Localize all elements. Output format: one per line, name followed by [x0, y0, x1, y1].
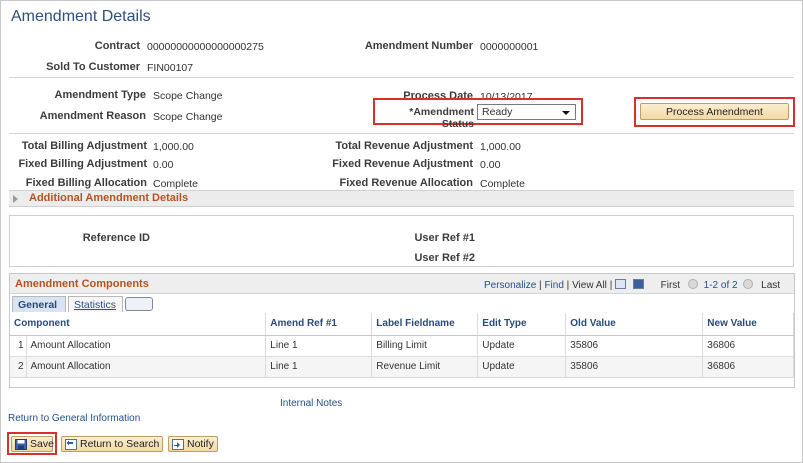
- row-number: 1: [10, 335, 27, 357]
- notify-icon: [172, 439, 184, 450]
- return-arrow-icon: [65, 439, 77, 450]
- total-revenue-value: 1,000.00: [480, 141, 521, 153]
- row-number: 2: [10, 356, 27, 378]
- amendment-status-value: Ready: [482, 106, 513, 118]
- page-title: Amendment Details: [11, 8, 151, 25]
- total-billing-label: Total Billing Adjustment: [21, 140, 147, 152]
- contract-value: 00000000000000000275: [147, 41, 264, 53]
- next-icon[interactable]: [743, 279, 754, 289]
- cell-new-value: 36806: [702, 335, 794, 357]
- zoom-grid-icon[interactable]: [615, 279, 627, 289]
- cell-label-fieldname: Billing Limit: [371, 335, 479, 357]
- chevron-down-icon: [562, 111, 570, 115]
- sold-to-label: Sold To Customer: [46, 61, 140, 73]
- cell-amend-ref: Line 1: [265, 356, 373, 378]
- column-edit-type: Edit Type: [477, 313, 567, 336]
- process-amendment-button[interactable]: Process Amendment: [640, 103, 789, 120]
- return-to-search-label: Return to Search: [80, 438, 160, 450]
- amendment-reason-label: Amendment Reason: [39, 110, 146, 122]
- cell-component: Amount Allocation: [26, 335, 267, 357]
- fixed-billing-label: Fixed Billing Adjustment: [18, 158, 147, 170]
- amendment-type-label: Amendment Type: [54, 89, 146, 101]
- contract-label: Contract: [94, 40, 140, 52]
- grid-header: Amendment Components Personalize | Find …: [10, 274, 794, 294]
- download-grid-icon[interactable]: [632, 279, 644, 289]
- fixed-billing-allocation-value: Complete: [153, 178, 198, 190]
- last-label: Last: [761, 280, 781, 291]
- additional-amendment-details-toggle[interactable]: Additional Amendment Details: [9, 190, 794, 207]
- fixed-billing-value: 0.00: [153, 159, 174, 171]
- cell-old-value: 35806: [565, 335, 704, 357]
- components-table: Component Amend Ref #1 Label Fieldname E…: [10, 313, 794, 378]
- find-link[interactable]: Find: [544, 280, 563, 291]
- table-row: 2 Amount Allocation Line 1 Revenue Limit…: [10, 356, 794, 378]
- fixed-revenue-allocation-label: Fixed Revenue Allocation: [339, 177, 473, 189]
- grid-title: Amendment Components: [15, 278, 149, 290]
- amendment-number-label: Amendment Number: [364, 40, 473, 52]
- total-billing-value: 1,000.00: [153, 141, 194, 153]
- column-new-value: New Value: [702, 313, 794, 336]
- amendment-status-select[interactable]: Ready: [477, 104, 576, 120]
- fixed-billing-allocation-label: Fixed Billing Allocation: [25, 177, 147, 189]
- cell-new-value: 36806: [702, 356, 794, 378]
- cell-label-fieldname: Revenue Limit: [371, 356, 479, 378]
- user-ref2-label: User Ref #2: [414, 252, 475, 264]
- column-component: Component: [10, 313, 267, 336]
- cell-old-value: 35806: [565, 356, 704, 378]
- amendment-type-value: Scope Change: [153, 90, 223, 102]
- save-button[interactable]: Save: [11, 436, 54, 452]
- fixed-revenue-allocation-value: Complete: [480, 178, 525, 190]
- tab-statistics[interactable]: Statistics: [68, 296, 123, 312]
- range-label: 1-2 of 2: [703, 280, 738, 291]
- amendment-components-grid: Amendment Components Personalize | Find …: [9, 273, 795, 388]
- reference-id-label: Reference ID: [82, 232, 150, 244]
- save-label: Save: [30, 438, 54, 450]
- sold-to-value: FIN00107: [147, 62, 194, 74]
- divider: [9, 133, 794, 134]
- table-row: 1 Amount Allocation Line 1 Billing Limit…: [10, 335, 794, 357]
- table-header-row: Component Amend Ref #1 Label Fieldname E…: [10, 313, 794, 336]
- previous-icon[interactable]: [687, 279, 698, 289]
- return-to-search-button[interactable]: Return to Search: [61, 436, 163, 452]
- column-amend-ref: Amend Ref #1: [265, 313, 373, 336]
- internal-notes-link[interactable]: Internal Notes: [280, 398, 342, 409]
- cell-amend-ref: Line 1: [265, 335, 373, 357]
- divider: [9, 77, 794, 78]
- return-to-general-link[interactable]: Return to General Information: [8, 413, 140, 424]
- personalize-link[interactable]: Personalize: [484, 280, 536, 291]
- view-all-link[interactable]: View All: [572, 280, 607, 291]
- cell-edit-type: Update: [477, 356, 567, 378]
- show-all-columns-icon[interactable]: [125, 297, 153, 311]
- section-title: Additional Amendment Details: [29, 192, 189, 204]
- user-ref1-label: User Ref #1: [414, 232, 475, 244]
- total-revenue-label: Total Revenue Adjustment: [335, 140, 473, 152]
- notify-button[interactable]: Notify: [168, 436, 218, 452]
- save-icon: [15, 439, 27, 450]
- cell-component: Amount Allocation: [26, 356, 267, 378]
- notify-label: Notify: [187, 438, 214, 450]
- tab-general[interactable]: General: [12, 296, 66, 312]
- cell-edit-type: Update: [477, 335, 567, 357]
- amendment-number-value: 0000000001: [480, 41, 539, 53]
- column-old-value: Old Value: [565, 313, 704, 336]
- fixed-revenue-value: 0.00: [480, 159, 501, 171]
- amendment-status-label: *Amendment Status: [409, 106, 474, 130]
- amendment-reason-value: Scope Change: [153, 111, 223, 123]
- grid-toolbar: Personalize | Find | View All | First 1-…: [484, 279, 780, 291]
- first-label: First: [660, 280, 681, 291]
- chevron-right-icon: [13, 195, 18, 203]
- column-label-fieldname: Label Fieldname: [371, 313, 479, 336]
- fixed-revenue-label: Fixed Revenue Adjustment: [332, 158, 473, 170]
